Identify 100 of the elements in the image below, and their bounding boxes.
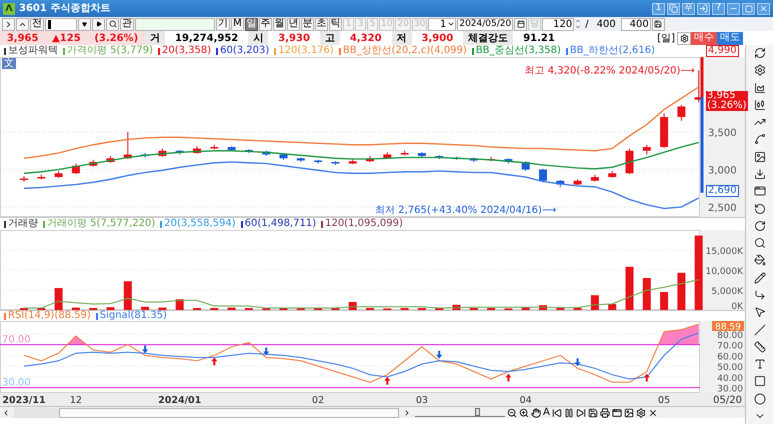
volume-bar: [590, 295, 599, 310]
title-bar-button[interactable]: [742, 2, 755, 14]
display-count-field[interactable]: 400: [620, 18, 651, 30]
translate-badge[interactable]: 文: [2, 58, 16, 69]
image-icon[interactable]: [754, 150, 766, 163]
window-icon[interactable]: [754, 185, 766, 198]
save-settings-button[interactable]: [652, 18, 665, 30]
undo-icon[interactable]: [754, 202, 766, 215]
save-icon[interactable]: [588, 408, 598, 418]
axis-label: 80.00: [717, 330, 743, 341]
axis-label: 10,000K: [706, 267, 743, 277]
sell-arrow-icon: [263, 348, 270, 356]
change-rate: (3.26%): [94, 32, 138, 45]
candle: [504, 158, 512, 164]
zoom-slider-thumb[interactable]: [474, 408, 480, 416]
sell-arrow-icon: [142, 345, 148, 354]
buy-arrow-icon: [644, 374, 650, 382]
hand-icon[interactable]: [531, 408, 541, 418]
buy-button[interactable]: 매수: [691, 32, 717, 44]
candle: [54, 170, 63, 178]
printer-icon[interactable]: [600, 408, 610, 418]
axis-label: 2,500: [708, 203, 737, 214]
legend-label: BB_상한선(20,2,c)(4,099): [342, 46, 467, 56]
upload-button[interactable]: [16, 18, 29, 30]
line-tool-icon[interactable]: [754, 324, 766, 336]
refresh-icon[interactable]: [754, 47, 766, 59]
area-chart-icon[interactable]: [754, 82, 766, 94]
period-tab[interactable]: 틱: [329, 18, 342, 30]
chart-option-button[interactable]: M: [231, 18, 244, 30]
pencil-icon[interactable]: [754, 272, 766, 284]
chart-option-button[interactable]: 기: [216, 18, 230, 30]
axis-label: 70.00: [717, 342, 743, 352]
rectangle-icon[interactable]: [754, 375, 766, 388]
redo-icon[interactable]: [754, 220, 766, 232]
settings-button[interactable]: [677, 32, 691, 44]
corner-arrow-icon[interactable]: [754, 288, 766, 301]
text-tool-icon[interactable]: [754, 358, 766, 370]
spinner-icon[interactable]: [575, 18, 582, 30]
title-bar-button[interactable]: [667, 2, 680, 14]
axis-label: 50.00: [717, 363, 743, 374]
title-bar-button[interactable]: [697, 2, 710, 14]
axis-label: 60.00: [717, 352, 743, 362]
candle: [677, 104, 686, 122]
date-field[interactable]: 2024/05/20: [457, 18, 514, 30]
pause-icon[interactable]: [564, 408, 574, 418]
dropdown-button[interactable]: [78, 18, 91, 30]
legend-label: 20(3,558,594): [164, 219, 236, 229]
search-icon[interactable]: [754, 237, 766, 250]
zoom-in-icon[interactable]: [519, 408, 529, 418]
curve-icon[interactable]: [754, 133, 766, 146]
calendar-button[interactable]: [514, 18, 528, 30]
paint-bucket-icon[interactable]: [754, 254, 766, 266]
related-button[interactable]: 관: [120, 18, 134, 30]
text-size-button[interactable]: A: [543, 405, 550, 420]
skip-back-icon[interactable]: [552, 408, 562, 418]
link-button[interactable]: [2, 18, 15, 30]
skip-forward-icon[interactable]: [576, 408, 586, 418]
axis-label: 3,500: [708, 128, 737, 139]
period-tab[interactable]: 주: [259, 18, 272, 30]
period-tab[interactable]: 분: [301, 18, 314, 30]
window-icon[interactable]: [612, 408, 622, 418]
ruler-icon[interactable]: [754, 340, 766, 353]
legend-label: Signal(81.35): [100, 311, 167, 321]
zoom-slider[interactable]: [415, 408, 505, 417]
image-icon[interactable]: [624, 408, 634, 418]
next-button[interactable]: [92, 18, 105, 30]
period-tab[interactable]: 일: [245, 18, 258, 30]
candle: [400, 150, 409, 156]
date-axis-label: 04: [520, 395, 532, 406]
candle: [106, 156, 114, 164]
pointer-icon[interactable]: [754, 306, 766, 318]
settings-icon[interactable]: [754, 64, 766, 76]
count-field[interactable]: 120: [542, 18, 574, 30]
volume-bar: [539, 305, 547, 310]
legend-label: BB_중심선(3,358): [476, 46, 561, 56]
candle: [366, 156, 374, 163]
zoom-out-icon[interactable]: [507, 408, 517, 418]
period-tab[interactable]: 초: [315, 18, 328, 30]
stat-label: 저: [392, 31, 412, 45]
candle: [608, 170, 616, 178]
search-button[interactable]: [106, 18, 119, 30]
settings-icon[interactable]: [636, 408, 646, 418]
sell-arrow-icon: [436, 350, 442, 359]
axis-label: 15,000K: [706, 247, 743, 257]
code-field[interactable]: [45, 18, 77, 30]
calendar-icon: [516, 20, 525, 28]
stat-label: 체결강도: [463, 31, 514, 45]
sell-button[interactable]: 매도: [717, 32, 743, 44]
interval-select[interactable]: 1: [428, 18, 456, 30]
name-field[interactable]: [135, 18, 215, 30]
title-bar-button[interactable]: [757, 2, 770, 14]
download-icon[interactable]: [754, 168, 766, 180]
axis-label: 3,000: [708, 166, 737, 177]
stat-label: 시: [248, 31, 268, 45]
period-tab[interactable]: 월: [273, 18, 286, 30]
previous-button[interactable]: 전: [30, 18, 44, 30]
title-bar-button[interactable]: [727, 2, 740, 14]
candlestick-icon[interactable]: [754, 98, 766, 111]
period-tab[interactable]: 년: [287, 18, 300, 30]
circle-icon[interactable]: [754, 392, 766, 405]
